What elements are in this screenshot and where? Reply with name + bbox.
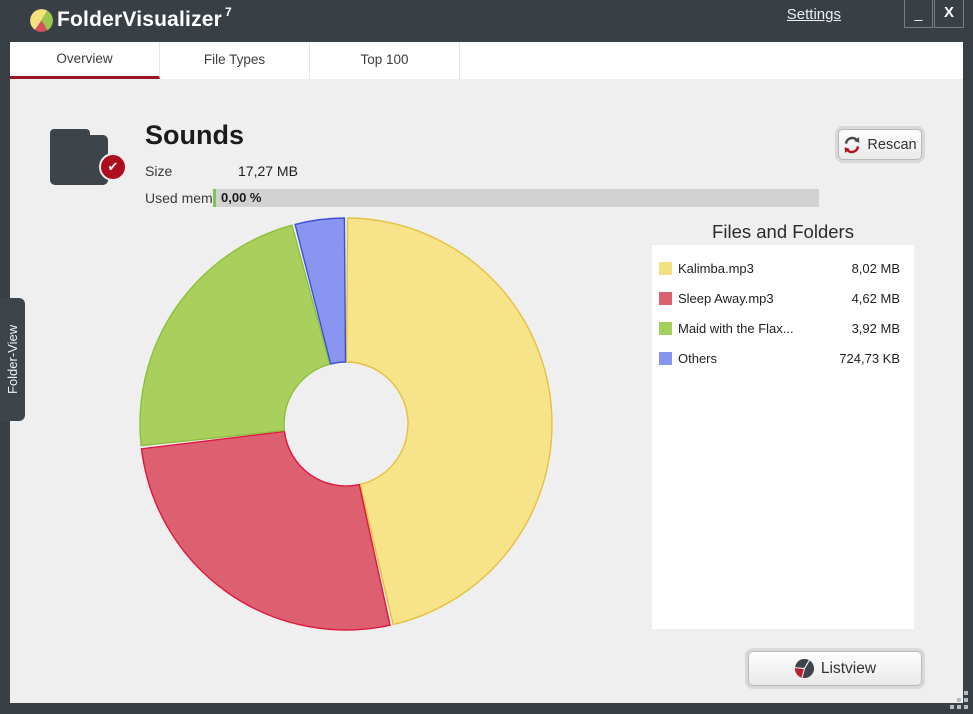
legend-item-size: 724,73 KB [839,350,900,366]
legend-color-swatch [659,351,672,365]
used-memory-value: 0,00 % [221,190,262,205]
resize-grip[interactable] [950,691,972,713]
close-button[interactable]: X [934,0,964,28]
content-area: ✔ Sounds Size 17,27 MB Used memory 0,00 … [10,79,963,703]
legend-item[interactable]: Kalimba.mp3 8,02 MB [652,253,914,283]
legend-item[interactable]: Sleep Away.mp3 4,62 MB [652,283,914,313]
legend-item-name: Maid with the Flax... [678,320,794,336]
donut-slice-3[interactable] [139,224,331,447]
legend-title: Files and Folders [712,221,854,242]
used-memory-progressbar: 0,00 % [213,189,819,207]
legend-item-name: Sleep Away.mp3 [678,290,774,306]
refresh-icon [845,136,860,153]
page-title: Sounds [145,120,244,150]
title-bar: FolderVisualizer 7 Settings _ X [0,0,973,42]
rescan-button[interactable]: Rescan [838,129,922,160]
legend-item-name: Kalimba.mp3 [678,260,754,276]
app-title: FolderVisualizer 7 [57,5,232,31]
donut-slice-2[interactable] [140,430,391,631]
app-version: 7 [225,5,232,19]
folder-view-label: Folder-View [5,324,20,395]
size-value: 17,27 MB [238,163,298,179]
size-label: Size [145,163,173,179]
minimize-button[interactable]: _ [904,0,933,28]
scan-complete-badge-icon: ✔ [99,153,127,181]
listview-button[interactable]: Listview [748,651,922,686]
settings-link[interactable]: Settings [787,6,841,23]
legend-color-swatch [659,291,672,305]
donut-chart[interactable] [130,208,562,640]
tab-file-types[interactable]: File Types [160,42,310,79]
folder-icon: ✔ [47,127,139,191]
donut-slice-1[interactable] [345,217,553,626]
used-memory-fill [213,189,216,207]
folder-icon-body [50,135,108,185]
pie-chart-icon [794,658,814,679]
tab-top-100[interactable]: Top 100 [310,42,460,79]
legend-item[interactable]: Others 724,73 KB [652,343,914,373]
rescan-label: Rescan [867,136,917,153]
listview-label: Listview [820,659,877,677]
legend-color-swatch [659,321,672,335]
legend-panel: Kalimba.mp3 8,02 MB Sleep Away.mp3 4,62 MB M… [652,245,914,629]
app-logo-pie-icon [30,9,53,32]
app-window: FolderVisualizer 7 Settings _ X Overview … [0,0,973,714]
sidebar-tab-folder-view[interactable]: Folder-View [0,298,25,421]
legend-item-name: Others [678,350,718,366]
legend-item[interactable]: Maid with the Flax... 3,92 MB [652,313,914,343]
legend-item-size: 3,92 MB [851,320,900,336]
legend-color-swatch [659,261,672,275]
legend-item-size: 8,02 MB [851,260,900,276]
tab-bar: Overview File Types Top 100 [10,42,963,79]
tab-overview[interactable]: Overview [10,42,160,79]
legend-item-size: 4,62 MB [851,290,900,306]
